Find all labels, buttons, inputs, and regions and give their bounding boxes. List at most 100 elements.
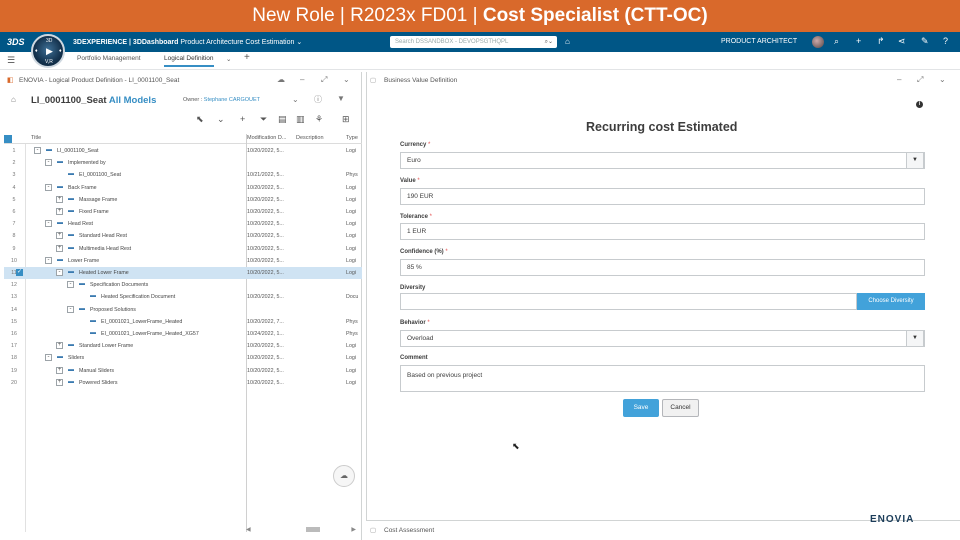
chevron-down-icon[interactable]: ⌄ [296,39,302,46]
right-maximize-icon[interactable]: ⤢ [917,75,923,85]
table-row[interactable]: 1 - ▬ LI_0001100_Seat 10/20/2022, 5... Logi [4,145,362,157]
expand-toggle-icon[interactable]: + [56,342,63,350]
row-title[interactable]: Lower Frame [68,258,99,264]
behavior-select[interactable]: Overload ▼ [400,330,925,347]
column-modification-date[interactable]: Modification D... [247,135,286,141]
tab-chevron-down-icon[interactable]: ⌄ [226,55,231,63]
select-icon[interactable]: ⬉ [196,114,204,125]
row-title[interactable]: EI_0001021_LowerFrame_Heated [101,319,182,325]
table-row[interactable]: 9 + ▬ Multimedia Head Rest 10/20/2022, 5... L… [4,243,362,255]
filter-icon[interactable]: ⏷ [260,114,267,125]
scroll-left-icon[interactable]: ◀ [246,526,251,533]
currency-select[interactable]: Euro ▼ [400,152,925,169]
home-icon[interactable]: ⌂ [11,95,16,104]
expand-toggle-icon[interactable]: + [56,244,63,252]
feedback-icon[interactable]: ⌕ [834,36,839,47]
expand-toggle-icon[interactable]: - [67,305,74,313]
row-title[interactable]: Heated Specification Document [101,294,175,300]
column-description[interactable]: Description [296,135,324,141]
table-row[interactable]: 4 - ▬ Back Frame 10/20/2022, 5... Logi [4,182,362,194]
table-row[interactable]: 2 - ▬ Implemented by [4,157,362,169]
row-title[interactable]: Implemented by [68,160,106,166]
row-title[interactable]: Massage Frame [79,197,117,203]
chevron-down-icon[interactable]: ▼ [906,330,924,347]
expand-toggle-icon[interactable]: + [56,232,63,240]
cancel-button[interactable]: Cancel [662,399,699,417]
comment-field[interactable]: Based on previous project [400,365,925,392]
network-icon[interactable]: ⋖ [898,36,906,47]
models-filter[interactable]: All Models [109,95,157,106]
choose-diversity-button[interactable]: Choose Diversity [857,293,925,310]
info-icon[interactable]: ⓘ [314,94,322,105]
table-row[interactable]: 10 - ▬ Lower Frame 10/20/2022, 5... Logi [4,255,362,267]
table-row[interactable]: 16 ▬ EI_0001021_LowerFrame_Heated_XG57 10/2… [4,328,362,340]
expand-toggle-icon[interactable]: - [45,256,52,264]
table-row[interactable]: 18 - ▬ Sliders 10/20/2022, 5... Logi [4,352,362,364]
row-title[interactable]: Proposed Solutions [90,307,136,313]
maximize-icon[interactable]: ⤢ [321,75,327,85]
table-row[interactable]: 15 ▬ EI_0001021_LowerFrame_Heated 10/20/202… [4,316,362,328]
tab-logical-definition[interactable]: Logical Definition [164,55,214,67]
expand-toggle-icon[interactable]: + [56,208,63,215]
share-icon[interactable]: ↱ [877,36,885,47]
row-title[interactable]: Back Frame [68,185,97,191]
tools-icon[interactable]: ✎ [921,36,929,47]
row-title[interactable]: Standard Lower Frame [79,343,133,349]
row-title[interactable]: Manual Sliders [79,368,114,374]
select-all-checkbox[interactable] [4,135,12,143]
expand-toggle-icon[interactable]: - [45,183,52,191]
graph-icon[interactable]: ⚘ [315,114,323,125]
expand-toggle-icon[interactable]: - [56,269,63,276]
scroll-thumb[interactable] [306,527,320,532]
table-row[interactable]: 20 + ▬ Powered Sliders 10/20/2022, 5... Logi [4,377,362,389]
row-title[interactable]: EI_0001021_LowerFrame_Heated_XG57 [101,331,199,337]
expand-toggle-icon[interactable]: - [34,147,41,154]
menu-icon[interactable]: ☰ [7,55,15,66]
right-panel-menu-icon[interactable]: ⌄ [939,75,946,84]
add-row-icon[interactable]: + [240,114,245,124]
row-title[interactable]: EI_0001100_Seat [79,172,121,178]
table-row[interactable]: 19 + ▬ Manual Sliders 10/20/2022, 5... Logi [4,365,362,377]
owner-dropdown-icon[interactable]: ⌄ [292,95,299,104]
column-type[interactable]: Type [346,135,358,141]
tolerance-field[interactable]: 1 EUR [400,223,925,240]
row-title[interactable]: Head Rest [68,221,93,227]
row-title[interactable]: Powered Sliders [79,380,118,386]
confidence-field[interactable]: 85 % [400,259,925,276]
tab-portfolio-management[interactable]: Portfolio Management [77,55,141,62]
chevron-down-icon[interactable]: ▼ [906,152,924,169]
expand-toggle-icon[interactable]: + [56,366,63,374]
layout-icon[interactable]: ▤ [278,114,287,125]
minimize-icon[interactable]: – [300,75,304,84]
search-icon[interactable]: ⌕⌄ [545,36,553,48]
table-row[interactable]: 7 - ▬ Head Rest 10/20/2022, 5... Logi [4,218,362,230]
table-row[interactable]: 8 + ▬ Standard Head Rest 10/20/2022, 5... Log… [4,230,362,242]
right-minimize-icon[interactable]: – [897,75,901,84]
horizontal-scrollbar[interactable]: ◀ ▶ [246,526,358,534]
row-title[interactable]: LI_0001100_Seat [57,148,98,154]
tag-icon[interactable]: ⌂ [565,37,570,46]
panel-menu-icon[interactable]: ⌄ [343,75,350,84]
help-icon[interactable]: ? [943,36,948,46]
expand-toggle-icon[interactable]: + [56,195,63,203]
add-tab-icon[interactable]: + [244,52,250,63]
row-title[interactable]: Heated Lower Frame [79,270,129,276]
app-title[interactable]: 3DEXPERIENCE | 3DDashboard Product Archi… [73,38,302,46]
tree-icon[interactable]: ⊞ [342,114,350,125]
expand-toggle-icon[interactable]: - [45,220,52,228]
info-icon[interactable]: i [916,101,923,108]
add-icon[interactable]: + [856,36,861,46]
table-row[interactable]: 12 - ▬ Specification Documents [4,279,362,291]
table-row[interactable]: 6 + ▬ Fixed Frame 10/20/2022, 5... Logi [4,206,362,218]
play-icon[interactable]: ▶ [46,46,53,57]
row-title[interactable]: Specification Documents [90,282,148,288]
row-title[interactable]: Standard Head Rest [79,233,127,239]
expand-toggle-icon[interactable]: - [67,281,74,289]
compass-widget[interactable]: 3D ♦ ▶ ♦ V,R [31,34,65,68]
role-label[interactable]: PRODUCT ARCHITECT [721,38,797,45]
table-row[interactable]: 14 - ▬ Proposed Solutions [4,304,362,316]
cloud-save-icon[interactable]: ☁ [333,465,355,487]
collapse-icon[interactable]: ▼ [337,94,345,103]
search-input[interactable]: Search DSSANDBOX - DEVOPSGTHQPL ⌕⌄ [390,36,557,48]
table-row[interactable]: 17 + ▬ Standard Lower Frame 10/20/2022, 5...… [4,340,362,352]
